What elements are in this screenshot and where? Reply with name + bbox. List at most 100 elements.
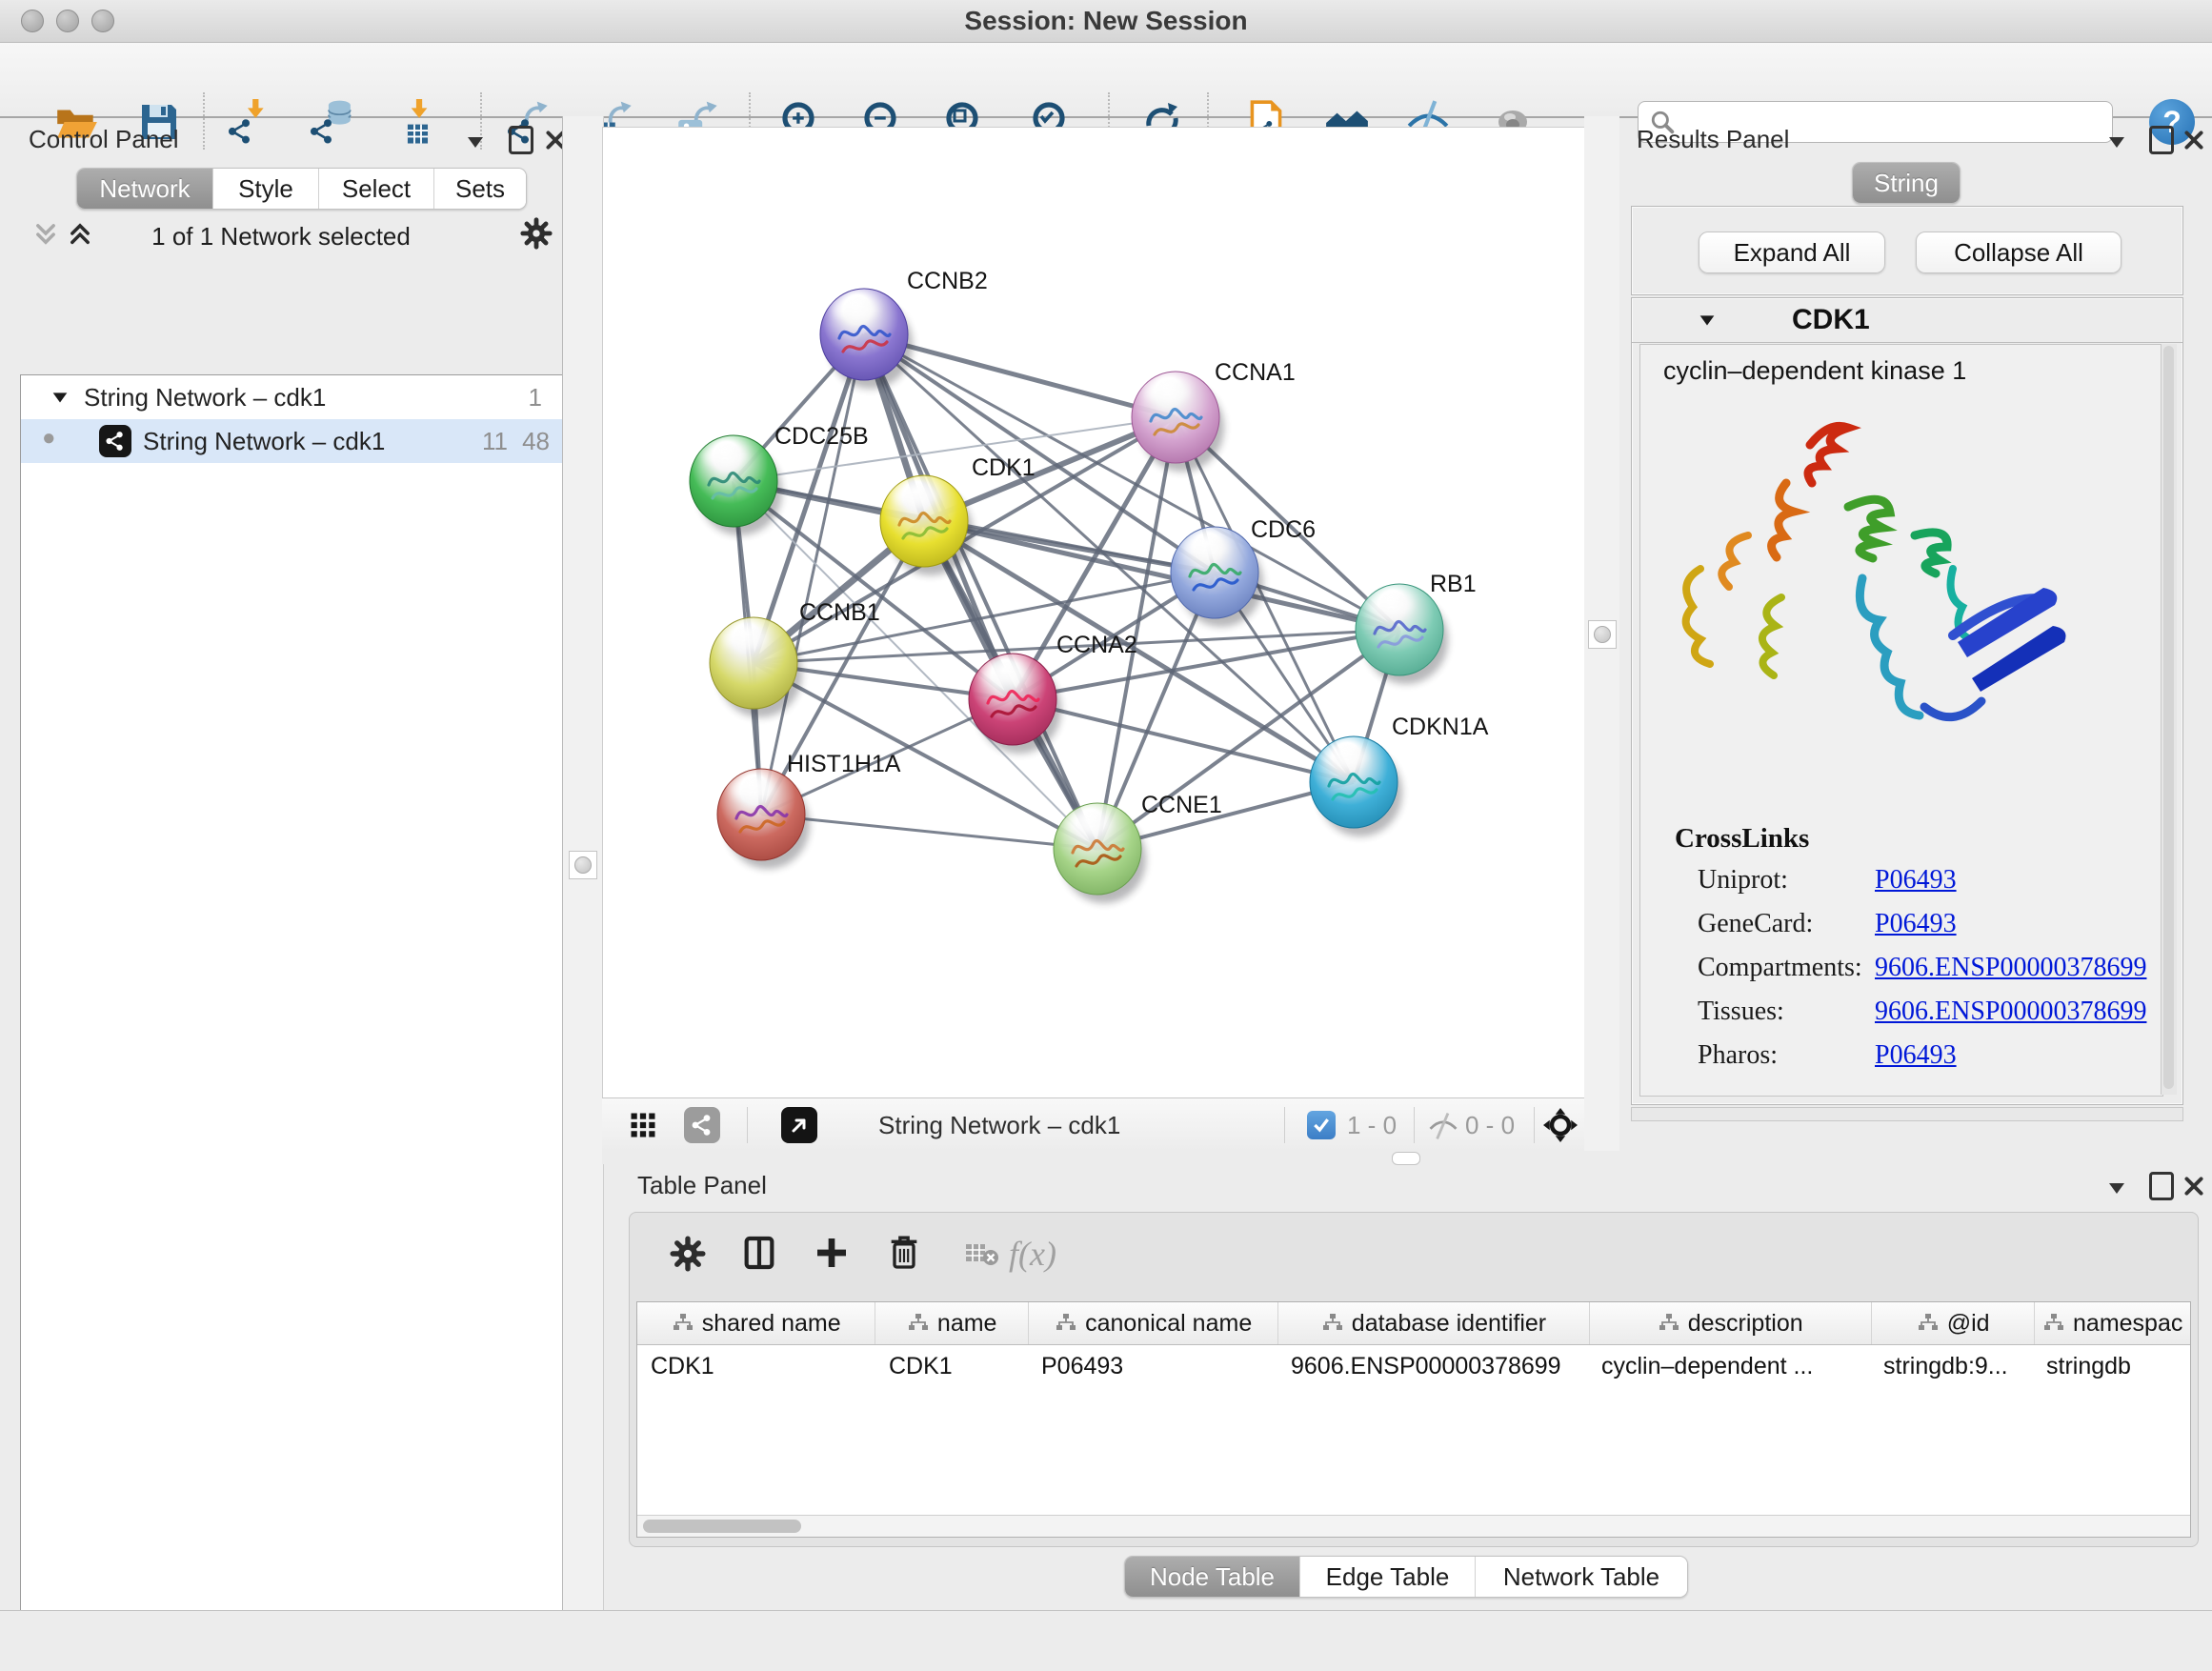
crosslink-compartments-link[interactable]: 9606.ENSP00000378699 bbox=[1875, 953, 2146, 983]
delete-table-icon[interactable] bbox=[965, 1241, 999, 1268]
gene-symbol: CDK1 bbox=[1792, 304, 1870, 336]
tab-style[interactable]: Style bbox=[213, 169, 319, 209]
crosslink-genecard-link[interactable]: P06493 bbox=[1875, 909, 1957, 939]
crosslink-tissues-link[interactable]: 9606.ENSP00000378699 bbox=[1875, 997, 2146, 1027]
tab-node-table[interactable]: Node Table bbox=[1125, 1557, 1300, 1597]
panel-menu-icon[interactable] bbox=[2105, 131, 2128, 153]
birdseye-navigator-icon[interactable] bbox=[1543, 1108, 1578, 1142]
results-panel: Results Panel String Expand All Collapse… bbox=[1619, 116, 2212, 1164]
show-columns-icon[interactable] bbox=[740, 1234, 778, 1272]
column-header[interactable]: name bbox=[875, 1302, 1029, 1344]
network-edge[interactable] bbox=[1013, 699, 1354, 782]
splitter-handle[interactable] bbox=[1588, 620, 1617, 649]
gene-collapse-icon[interactable] bbox=[1697, 310, 1718, 331]
cell-id[interactable]: stringdb:9... bbox=[1870, 1353, 2033, 1380]
table-gear-icon[interactable] bbox=[670, 1236, 706, 1272]
table-row[interactable]: CDK1 CDK1 P06493 9606.ENSP00000378699 cy… bbox=[637, 1345, 2190, 1387]
node-label: CCNA2 bbox=[1056, 632, 1137, 658]
status-bar: Memory bbox=[0, 1610, 2212, 1671]
node-label: CDC25B bbox=[774, 423, 869, 450]
tab-network[interactable]: Network bbox=[77, 169, 213, 209]
network-row-selected[interactable]: ● String Network – cdk1 11 48 bbox=[21, 419, 563, 463]
tab-network-table[interactable]: Network Table bbox=[1476, 1557, 1687, 1597]
string-style-icon[interactable] bbox=[684, 1107, 720, 1143]
create-column-icon[interactable] bbox=[813, 1234, 851, 1272]
view-grid-icon[interactable] bbox=[629, 1111, 657, 1139]
results-horizontal-scrollbar[interactable] bbox=[1631, 1107, 2183, 1121]
cell-name[interactable]: CDK1 bbox=[875, 1353, 1028, 1380]
network-edge[interactable] bbox=[761, 334, 864, 815]
results-vertical-scrollbar[interactable] bbox=[2161, 344, 2177, 1095]
expand-all-networks-icon[interactable] bbox=[67, 220, 93, 247]
column-header[interactable]: canonical name bbox=[1029, 1302, 1278, 1344]
selected-checkbox-icon[interactable] bbox=[1307, 1111, 1336, 1139]
minimize-window-button[interactable] bbox=[56, 10, 79, 32]
cell-namespace[interactable]: stringdb bbox=[2033, 1353, 2188, 1380]
panel-close-icon[interactable] bbox=[2182, 128, 2206, 152]
control-panel-title: Control Panel bbox=[29, 125, 179, 154]
application-window: Session: New Session bbox=[0, 0, 2212, 1671]
panel-float-icon[interactable] bbox=[509, 126, 533, 154]
network-options-gear-icon[interactable] bbox=[520, 217, 553, 250]
tab-sets[interactable]: Sets bbox=[434, 169, 526, 209]
node-label: CCNE1 bbox=[1141, 792, 1222, 818]
splitter-handle[interactable] bbox=[569, 851, 597, 879]
column-header[interactable]: @id bbox=[1872, 1302, 2036, 1344]
cell-database-identifier[interactable]: 9606.ENSP00000378699 bbox=[1277, 1353, 1588, 1380]
delete-column-icon[interactable] bbox=[885, 1234, 923, 1272]
results-buttons-box: Expand All Collapse All bbox=[1631, 206, 2183, 295]
network-tree: String Network – cdk1 1 ● String Network… bbox=[20, 374, 564, 1671]
control-panel-tabs: Network Style Select Sets bbox=[76, 168, 527, 210]
tab-string[interactable]: String bbox=[1853, 163, 1960, 203]
current-network-dot-icon: ● bbox=[42, 425, 56, 452]
table-horizontal-scrollbar[interactable] bbox=[637, 1515, 2190, 1537]
collection-count: 1 bbox=[529, 383, 542, 413]
function-builder-button[interactable]: f(x) bbox=[1009, 1234, 1056, 1274]
column-header[interactable]: namespac bbox=[2035, 1302, 2190, 1344]
tree-expand-icon[interactable] bbox=[50, 387, 70, 408]
expand-all-button[interactable]: Expand All bbox=[1699, 232, 1885, 273]
results-panel-tabs: String bbox=[1852, 162, 1961, 204]
gene-section: CDK1 cyclin–dependent kinase 1 bbox=[1631, 297, 2183, 1105]
network-node-count: 11 bbox=[482, 427, 508, 456]
netbar-separator bbox=[747, 1107, 748, 1143]
detach-view-button[interactable] bbox=[781, 1107, 817, 1143]
collapse-all-button[interactable]: Collapse All bbox=[1916, 232, 2122, 273]
column-header[interactable]: shared name bbox=[637, 1302, 875, 1344]
column-header[interactable]: description bbox=[1590, 1302, 1872, 1344]
cell-canonical-name[interactable]: P06493 bbox=[1028, 1353, 1277, 1380]
vertical-splitter-right[interactable] bbox=[1584, 116, 1619, 1164]
vertical-splitter-left[interactable] bbox=[562, 116, 604, 1610]
panel-close-icon[interactable] bbox=[2182, 1174, 2206, 1198]
gene-header-row[interactable]: CDK1 bbox=[1632, 298, 2182, 343]
panel-float-icon[interactable] bbox=[2149, 1172, 2174, 1200]
crosslink-label: Pharos: bbox=[1698, 1040, 1778, 1071]
network-edge-count: 48 bbox=[522, 427, 550, 456]
node-label: CDK1 bbox=[972, 454, 1036, 481]
cell-description[interactable]: cyclin–dependent ... bbox=[1588, 1353, 1870, 1380]
tab-edge-table[interactable]: Edge Table bbox=[1300, 1557, 1476, 1597]
gene-detail-box: cyclin–dependent kinase 1 bbox=[1639, 344, 2163, 1097]
crosslink-uniprot-link[interactable]: P06493 bbox=[1875, 865, 1957, 896]
panel-menu-icon[interactable] bbox=[464, 131, 487, 153]
splitter-handle[interactable] bbox=[1392, 1152, 1420, 1165]
control-panel: Control Panel Network Style Select Sets … bbox=[0, 116, 562, 1610]
panel-float-icon[interactable] bbox=[2149, 126, 2174, 154]
network-collection-row[interactable]: String Network – cdk1 1 bbox=[21, 375, 563, 419]
zoom-window-button[interactable] bbox=[91, 10, 114, 32]
crosslinks-title: CrossLinks bbox=[1675, 823, 1809, 855]
network-selection-status: 1 of 1 Network selected bbox=[114, 222, 448, 252]
panel-menu-icon[interactable] bbox=[2105, 1177, 2128, 1199]
scrollbar-thumb[interactable] bbox=[643, 1520, 801, 1533]
column-header[interactable]: database identifier bbox=[1278, 1302, 1589, 1344]
network-canvas[interactable]: CCNB2CCNA1CDC25BCDK1CDC6RB1CCNB1CCNA2CDK… bbox=[602, 127, 1585, 1098]
selected-counts: 1 - 0 bbox=[1347, 1111, 1397, 1140]
close-window-button[interactable] bbox=[21, 10, 44, 32]
node-label: HIST1H1A bbox=[787, 751, 901, 777]
string-network-icon bbox=[99, 425, 131, 457]
cell-shared-name[interactable]: CDK1 bbox=[637, 1353, 875, 1380]
hidden-counts: 0 - 0 bbox=[1465, 1111, 1515, 1140]
tab-select[interactable]: Select bbox=[319, 169, 434, 209]
collapse-all-networks-icon[interactable] bbox=[32, 220, 59, 247]
crosslink-pharos-link[interactable]: P06493 bbox=[1875, 1040, 1957, 1071]
